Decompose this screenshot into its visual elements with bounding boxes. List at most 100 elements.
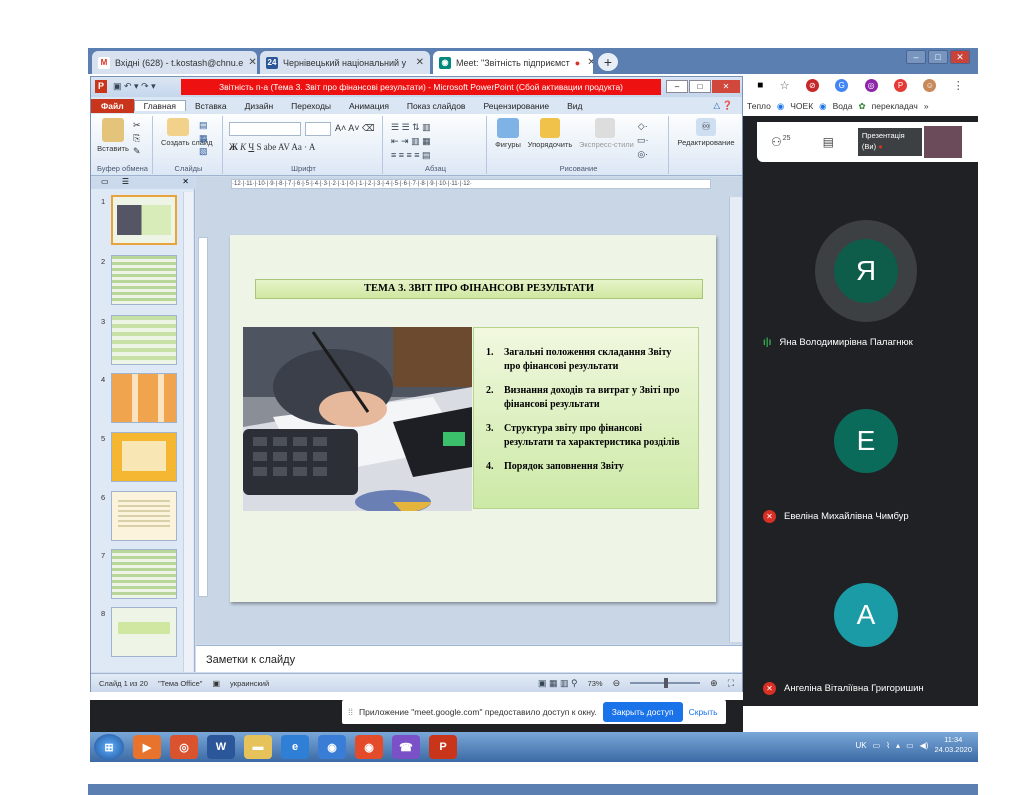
menu-icon[interactable]: ⋮ — [953, 79, 964, 92]
presentation-tile[interactable]: Презентація (Ви) ● — [857, 128, 922, 156]
slide-thumbnail[interactable] — [111, 607, 177, 657]
slide-canvas[interactable]: ТЕМА 3. ЗВІТ ПРО ФІНАНСОВІ РЕЗУЛЬТАТИ 1.… — [230, 235, 716, 602]
font-grow-shrink[interactable]: A˄ A˅ ⌫ — [335, 123, 375, 134]
tab-home[interactable]: Главная — [133, 100, 186, 111]
powerpoint-icon[interactable]: P — [429, 735, 457, 759]
language-indicator[interactable]: UK — [855, 741, 866, 750]
horizontal-ruler: ·12·|·11·|·10·|·9·|·8·|·7·|·6·|·5·|·4·|·… — [231, 179, 711, 189]
view-buttons[interactable]: ▣ ▦ ▥ ⚲ — [538, 678, 578, 689]
drag-handle-icon[interactable]: ⁞⁞ — [348, 707, 353, 717]
notes-field[interactable]: Заметки к слайду — [196, 645, 742, 672]
pinterest-icon[interactable]: P — [893, 78, 907, 92]
tab-view[interactable]: Вид — [558, 101, 591, 111]
opera-icon[interactable]: ◉ — [355, 735, 383, 759]
extension-icon[interactable]: ◎ — [864, 78, 878, 92]
list-text: Структура звіту про фінансові результати… — [504, 423, 680, 448]
media-player-icon[interactable]: ▶ — [133, 735, 161, 759]
tab-transitions[interactable]: Переходы — [282, 101, 340, 111]
quick-access-toolbar[interactable]: ▣ ↶ ▾ ↷ ▾ — [113, 81, 156, 92]
tab-file[interactable]: Файл — [91, 98, 134, 113]
viber-icon[interactable]: ☎ — [392, 735, 420, 759]
tab-meet[interactable]: ◉ Meet: "Звітність підприємст ● ✕ — [433, 51, 593, 74]
display-icon[interactable]: ▭ — [906, 741, 914, 750]
close-icon[interactable]: ✕ — [248, 57, 256, 68]
ppt-window-title: Звітність п-а (Тема 3. Звіт про фінансов… — [181, 79, 661, 95]
slide-thumbnail[interactable] — [111, 491, 177, 541]
bookmark-item[interactable]: ЧОЕК — [790, 101, 813, 111]
slide-thumbnail[interactable] — [111, 195, 177, 245]
flag-icon[interactable]: ▴ — [896, 741, 900, 750]
panel-tabs[interactable]: ▭ ☰ ✕ — [91, 177, 195, 189]
slide-thumbnail[interactable] — [111, 549, 177, 599]
cut-copy-icons[interactable]: ✂ ⎘ ✎ — [133, 119, 141, 158]
maximize-icon[interactable]: □ — [689, 80, 711, 93]
word-icon[interactable]: W — [207, 735, 235, 759]
fit-window-icon[interactable]: ⛶ — [728, 678, 734, 689]
more-bookmarks[interactable]: » — [924, 101, 929, 111]
stop-sharing-button[interactable]: Закрыть доступ — [602, 702, 683, 722]
tab-gmail[interactable]: M Вхідні (628) - t.kostash@chnu.e ✕ — [92, 51, 257, 74]
start-button[interactable]: ⊞ — [94, 734, 124, 760]
tab-animation[interactable]: Анимация — [340, 101, 398, 111]
minimize-icon[interactable]: – — [666, 80, 688, 93]
zoom-level[interactable]: 73% — [588, 679, 603, 688]
tab-slideshow[interactable]: Показ слайдов — [398, 101, 475, 111]
explorer-icon[interactable]: ▬ — [244, 735, 272, 759]
bookmark-item[interactable]: перекладач — [872, 101, 918, 111]
tab-design[interactable]: Дизайн — [236, 101, 283, 111]
zoom-out-icon[interactable]: ⊖ — [613, 678, 621, 689]
help-icon[interactable]: △ ❓ — [705, 100, 742, 111]
panel-scrollbar[interactable] — [183, 192, 193, 672]
app-icon[interactable]: ◎ — [170, 735, 198, 759]
slide-thumbnail[interactable] — [111, 373, 177, 423]
close-icon[interactable]: ✕ — [712, 80, 740, 93]
tab-university[interactable]: 24 Чернівецький національний у ✕ — [260, 51, 430, 74]
avatar[interactable]: ☺ — [923, 78, 937, 92]
minimize-icon[interactable]: – — [906, 50, 926, 64]
language[interactable]: украинский — [230, 679, 269, 688]
shapes-button[interactable]: Фигуры — [493, 118, 523, 149]
volume-icon[interactable]: ◀) — [920, 741, 929, 750]
new-tab-button[interactable]: + — [598, 53, 618, 71]
shape-format-icons[interactable]: ◇· ▭· ◎· — [637, 119, 649, 161]
slide-thumbnail[interactable] — [111, 432, 177, 482]
bookmark-item[interactable]: Вода — [833, 101, 853, 111]
star-icon[interactable]: ☆ — [780, 79, 790, 92]
tab-insert[interactable]: Вставка — [186, 101, 236, 111]
clock[interactable]: 11:34 24.03.2020 — [934, 735, 972, 755]
people-button[interactable]: ⚇ 25 — [771, 135, 791, 149]
maximize-icon[interactable]: □ — [928, 50, 948, 64]
slide-thumbnail[interactable] — [111, 315, 177, 365]
shapes-icon — [497, 118, 519, 138]
arrange-button[interactable]: Упорядочить — [527, 118, 573, 149]
tab-review[interactable]: Рецензирование — [474, 101, 558, 111]
layout-icons[interactable]: ▤ ▦ ▧ — [199, 119, 208, 158]
zoom-slider-thumb[interactable] — [664, 678, 669, 688]
slide-thumbnail[interactable] — [111, 255, 177, 305]
spellcheck-icon[interactable]: ▣ — [212, 679, 220, 688]
close-icon[interactable]: ✕ — [587, 57, 593, 68]
bookmark-item[interactable]: Тепло — [747, 101, 771, 111]
ie-icon[interactable]: e — [281, 735, 309, 759]
close-icon[interactable]: ✕ — [416, 57, 424, 68]
editor-scrollbar[interactable] — [729, 197, 742, 642]
chat-icon[interactable]: ▤ — [823, 135, 834, 149]
keyboard-icon[interactable]: ▭ — [873, 741, 881, 750]
zoom-slider[interactable] — [630, 678, 701, 688]
camera-icon[interactable]: ■ — [757, 80, 763, 91]
quick-styles-button[interactable]: Экспресс-стили — [579, 118, 634, 149]
paragraph-buttons[interactable]: ☰ ☰ ⇅ ▥ ⇤ ⇥ ▥ ▦ ≡ ≡ ≡ ≡ ▤ — [391, 120, 431, 162]
network-icon[interactable]: ⌇ — [886, 741, 890, 750]
editing-button[interactable]: ♾ Редактирование — [677, 118, 735, 147]
new-slide-button[interactable]: Создать слайд — [161, 118, 212, 147]
zoom-in-icon[interactable]: ⊕ — [710, 678, 718, 689]
font-size-select[interactable] — [305, 122, 331, 136]
chrome-icon[interactable]: ◉ — [318, 735, 346, 759]
close-window-icon[interactable]: ✕ — [950, 50, 970, 64]
extension-icon[interactable]: ⊘ — [805, 78, 819, 92]
font-family-select[interactable] — [229, 122, 301, 136]
paste-button[interactable]: Вставить — [97, 118, 129, 153]
font-format-buttons[interactable]: Ж К Ч S abe AV Aa · A — [229, 142, 315, 152]
hide-button[interactable]: Скрыть — [689, 707, 718, 717]
extension-icon[interactable]: G — [835, 78, 849, 92]
